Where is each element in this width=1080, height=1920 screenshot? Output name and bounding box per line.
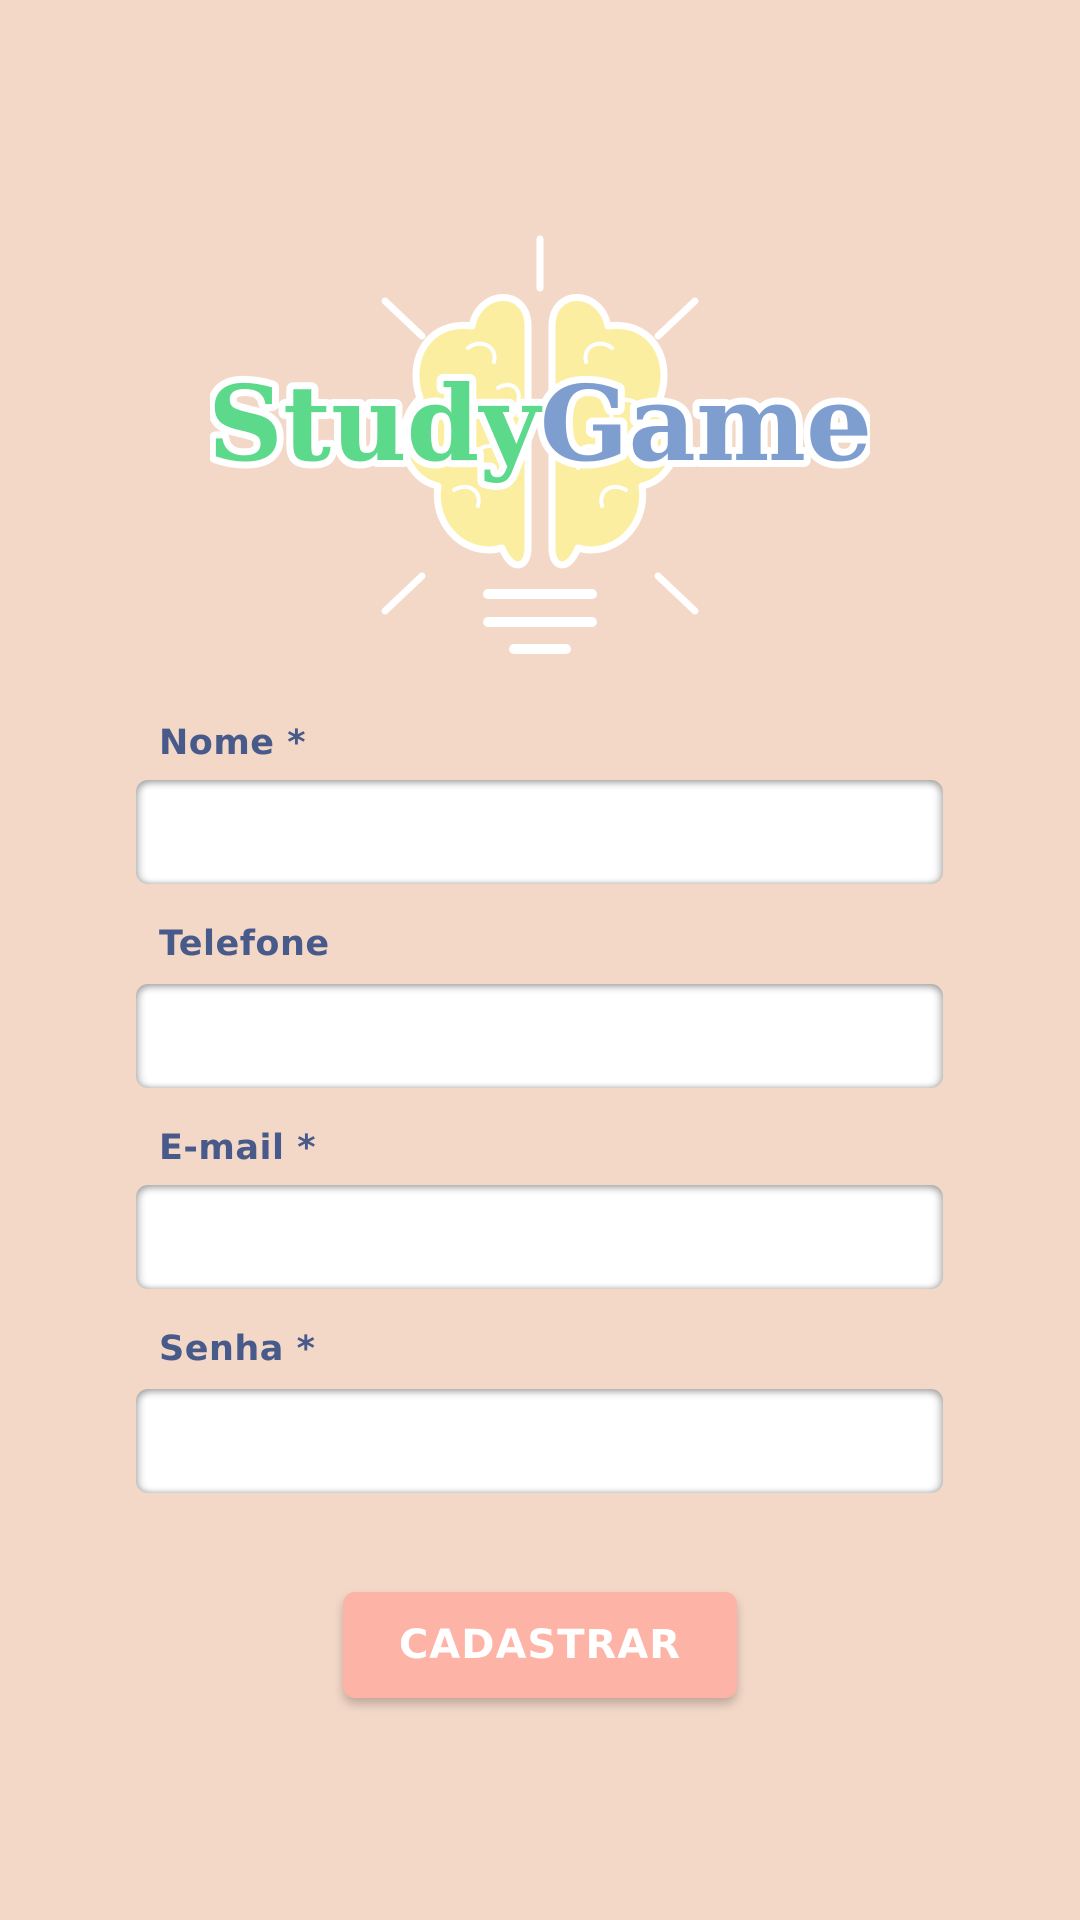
phone-label: Telefone bbox=[159, 924, 330, 964]
email-field[interactable] bbox=[136, 1185, 943, 1289]
password-label: Senha * bbox=[159, 1329, 316, 1369]
lightbulb-brain-icon: StudyGame StudyGame bbox=[210, 235, 870, 654]
logo-study-text: Study bbox=[210, 362, 542, 485]
name-label: Nome * bbox=[159, 723, 307, 763]
svg-text:StudyGame: StudyGame bbox=[210, 362, 870, 485]
phone-field[interactable] bbox=[136, 984, 943, 1088]
password-field[interactable] bbox=[136, 1389, 943, 1493]
logo-game-text: Game bbox=[540, 362, 870, 485]
cadastrar-button[interactable]: CADASTRAR bbox=[343, 1592, 737, 1698]
studygame-logo: StudyGame StudyGame bbox=[210, 228, 870, 668]
name-field[interactable] bbox=[136, 780, 943, 884]
email-label: E-mail * bbox=[159, 1128, 317, 1168]
